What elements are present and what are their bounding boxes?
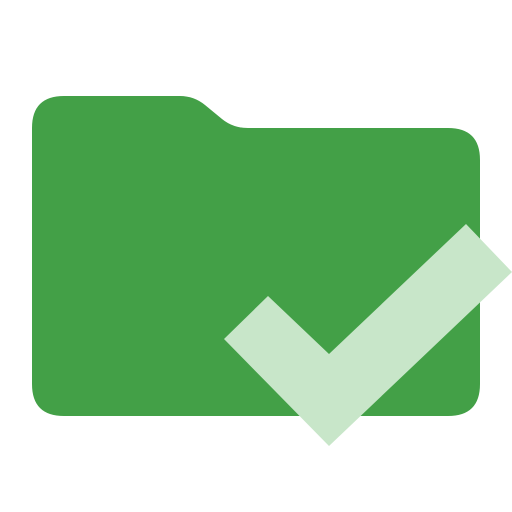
folder-check-icon — [32, 96, 512, 446]
icon-canvas — [0, 0, 512, 512]
